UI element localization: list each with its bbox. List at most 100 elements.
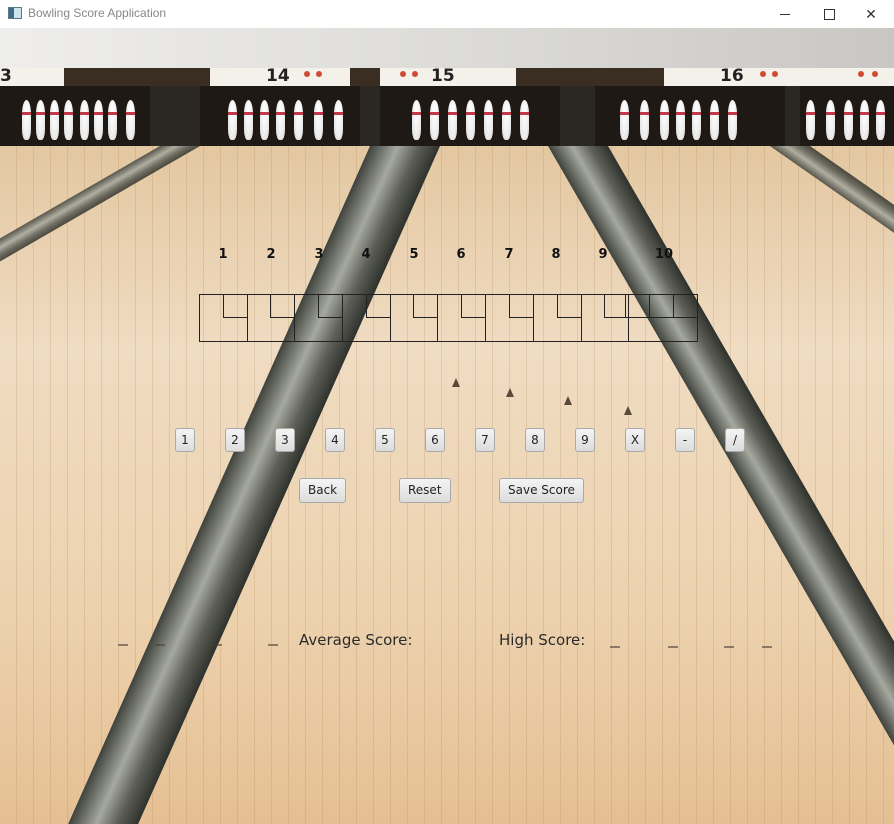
frame-1 [200, 295, 248, 341]
frame-3 [295, 295, 344, 341]
bowling-pin [294, 100, 303, 140]
bowling-pin [22, 100, 31, 140]
bowling-pin [660, 100, 669, 140]
lane-dot-marker [762, 646, 772, 648]
maximize-button[interactable] [806, 0, 852, 28]
roll-box [625, 295, 649, 318]
average-score-label: Average Score: [299, 631, 413, 649]
lane-dot-marker [668, 646, 678, 648]
roll-box [673, 295, 697, 318]
bowling-pin [844, 100, 853, 140]
spare-button[interactable]: / [725, 428, 745, 452]
bowling-alley-background: 3 14 15 16 [0, 28, 894, 824]
frame-8 [534, 295, 582, 341]
lane-dot-marker [724, 646, 734, 648]
frame-6 [438, 295, 487, 341]
lane-dot [872, 71, 878, 77]
frame-4 [343, 295, 391, 341]
bowling-pin [676, 100, 685, 140]
pin-count-9-button[interactable]: 9 [575, 428, 595, 452]
maximize-icon [823, 8, 835, 20]
high-score-label: High Score: [499, 631, 586, 649]
frame-5 [391, 295, 439, 341]
bowling-pin [36, 100, 45, 140]
roll-box [413, 295, 438, 318]
roll-box [222, 295, 247, 318]
bowling-pin [430, 100, 439, 140]
app-icon [8, 7, 22, 19]
bowling-pin [334, 100, 343, 140]
frame-label-5: 5 [409, 247, 419, 262]
pin-count-8-button[interactable]: 8 [525, 428, 545, 452]
bowling-pin [64, 100, 73, 140]
minimize-button[interactable] [762, 0, 808, 28]
roll-box [649, 295, 673, 318]
roll-box [508, 295, 533, 318]
bowling-pin [244, 100, 253, 140]
frame-label-6: 6 [456, 247, 466, 262]
miss-button[interactable]: - [675, 428, 695, 452]
app-window: Bowling Score Application ✕ 3 14 15 16 1… [0, 0, 894, 824]
score-card [199, 294, 698, 342]
bowling-pin [502, 100, 511, 140]
frame-10 [625, 295, 697, 341]
pin-count-1-button[interactable]: 1 [175, 428, 195, 452]
frame-label-3: 3 [314, 247, 324, 262]
frame-7 [486, 295, 534, 341]
bowling-pin [806, 100, 815, 140]
bowling-pin [94, 100, 103, 140]
bowling-pin [50, 100, 59, 140]
title-bar: Bowling Score Application ✕ [0, 0, 894, 28]
bowling-pin [692, 100, 701, 140]
frame-label-9: 9 [598, 247, 608, 262]
pin-count-4-button[interactable]: 4 [325, 428, 345, 452]
minimize-icon [780, 13, 790, 15]
bowling-pin [826, 100, 835, 140]
roll-box [365, 295, 390, 318]
bowling-pin [484, 100, 493, 140]
pin-count-6-button[interactable]: 6 [425, 428, 445, 452]
bowling-pin [710, 100, 719, 140]
window-title: Bowling Score Application [28, 6, 167, 20]
frame-label-7: 7 [504, 247, 514, 262]
roll-box [270, 295, 295, 318]
lane-dot-marker [118, 644, 128, 646]
pin-count-7-button[interactable]: 7 [475, 428, 495, 452]
save-score-button[interactable]: Save Score [499, 478, 584, 503]
bowling-pin [80, 100, 89, 140]
frame-label-8: 8 [551, 247, 561, 262]
lane-dot [760, 71, 766, 77]
lane-dot [304, 71, 310, 77]
bowling-pin [412, 100, 421, 140]
frame-label-10: 10 [654, 247, 674, 262]
back-button[interactable]: Back [299, 478, 347, 503]
lane-number: 16 [720, 66, 744, 86]
bowling-pin [728, 100, 737, 140]
bowling-pin [108, 100, 117, 140]
lane-dot-marker [212, 644, 222, 646]
pin-count-2-button[interactable]: 2 [225, 428, 245, 452]
bowling-pin [520, 100, 529, 140]
reset-button[interactable]: Reset [399, 478, 451, 503]
lane-arrow [624, 406, 632, 415]
lane-number: 14 [266, 66, 290, 86]
lane-arrow [506, 388, 514, 397]
pin-count-3-button[interactable]: 3 [275, 428, 295, 452]
lane-dot-marker [268, 644, 278, 646]
pin-count-5-button[interactable]: 5 [375, 428, 395, 452]
frame-label-4: 4 [361, 247, 371, 262]
close-icon: ✕ [865, 5, 877, 22]
roll-box [318, 295, 343, 318]
roll-box [556, 295, 581, 318]
bowling-pin [876, 100, 885, 140]
bowling-pin [260, 100, 269, 140]
close-button[interactable]: ✕ [848, 0, 894, 28]
frame-label-2: 2 [266, 247, 276, 262]
lane-arrow [564, 396, 572, 405]
lane-dot [772, 71, 778, 77]
lane-dot [858, 71, 864, 77]
lane-dot-marker [610, 646, 620, 648]
bowling-pin [314, 100, 323, 140]
strike-button[interactable]: X [625, 428, 645, 452]
lane-number: 3 [0, 66, 12, 86]
